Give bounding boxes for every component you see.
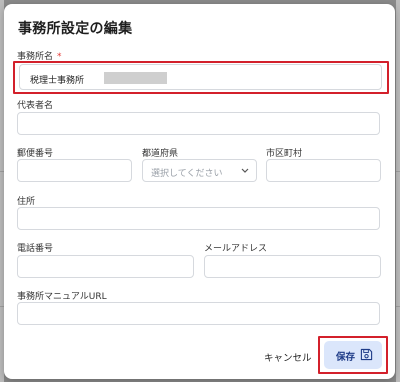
backdrop-divider bbox=[396, 171, 400, 172]
address-label: 住所 bbox=[17, 197, 36, 207]
cancel-button[interactable]: キャンセル bbox=[264, 350, 312, 364]
prefecture-select[interactable]: 選択してください bbox=[142, 159, 257, 182]
city-label: 市区町村 bbox=[266, 149, 303, 159]
prefecture-label: 都道府県 bbox=[142, 149, 179, 159]
office-name-highlight-box bbox=[13, 61, 389, 94]
representative-label: 代表者名 bbox=[17, 101, 54, 111]
postal-code-input[interactable] bbox=[17, 159, 132, 182]
prefecture-placeholder: 選択してください bbox=[151, 169, 223, 179]
chevron-down-icon bbox=[241, 168, 249, 173]
city-input[interactable] bbox=[266, 159, 381, 182]
email-input[interactable] bbox=[204, 255, 381, 278]
dialog-title: 事務所設定の編集 bbox=[18, 21, 133, 37]
phone-label: 電話番号 bbox=[17, 244, 54, 254]
save-button-highlight-box bbox=[318, 336, 388, 374]
address-input[interactable] bbox=[17, 207, 380, 230]
edit-office-settings-dialog: 事務所設定の編集 事務所名 * 税理士事務所 代表者名 郵便番号 都道府県 選択し… bbox=[4, 4, 395, 379]
manual-url-input[interactable] bbox=[17, 302, 380, 325]
email-label: メールアドレス bbox=[204, 244, 268, 254]
phone-input[interactable] bbox=[17, 255, 194, 278]
backdrop-right bbox=[396, 0, 400, 382]
manual-url-label: 事務所マニュアルURL bbox=[17, 292, 107, 302]
postal-code-label: 郵便番号 bbox=[17, 149, 54, 159]
backdrop-divider bbox=[396, 306, 400, 307]
representative-input[interactable] bbox=[17, 112, 380, 135]
